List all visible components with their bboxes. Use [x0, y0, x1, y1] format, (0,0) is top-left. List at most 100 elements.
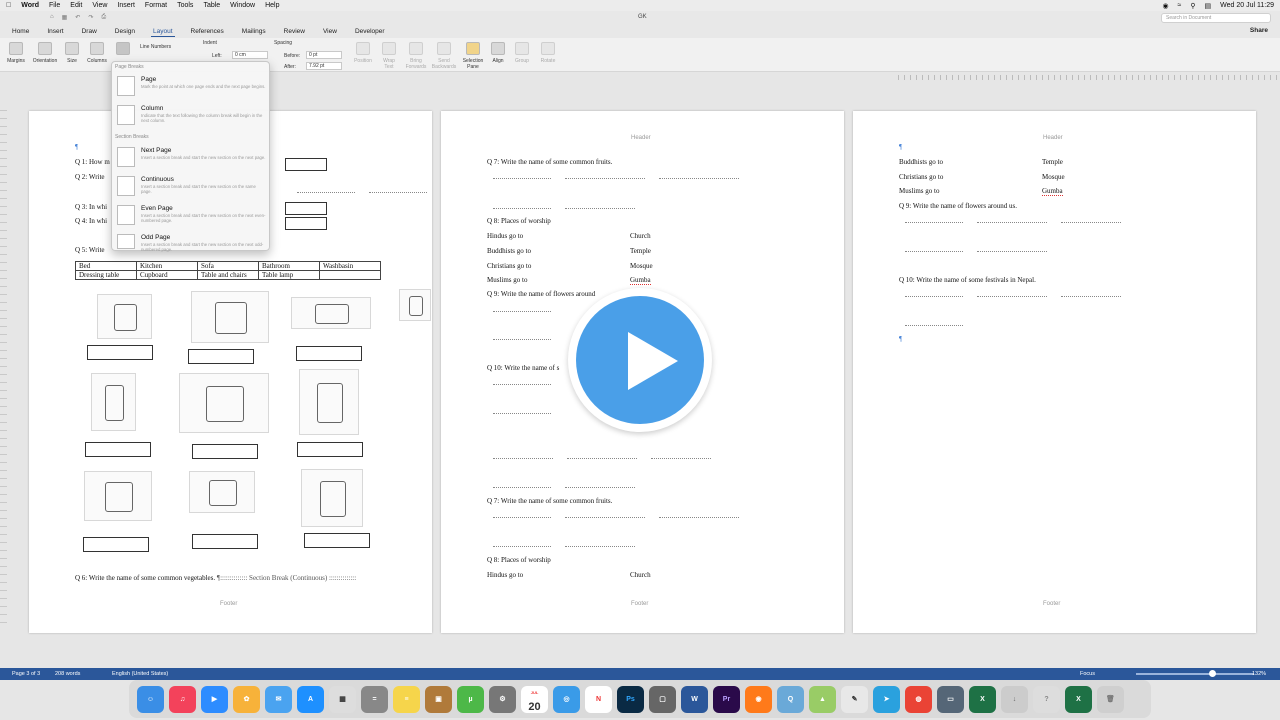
bed-image[interactable]	[291, 297, 371, 329]
calendar-icon[interactable]: JUL 20	[521, 685, 548, 713]
menu-format[interactable]: Format	[145, 2, 167, 9]
spacing-before-field[interactable]: 0 pt	[306, 51, 342, 59]
answer-box[interactable]	[192, 444, 258, 459]
menu-view[interactable]: View	[92, 2, 107, 9]
record-icon[interactable]: ◉	[1162, 2, 1168, 10]
table-cell[interactable]: Table and chairs	[197, 270, 259, 280]
bring-forwards-button[interactable]: Bring Forwards	[402, 38, 430, 70]
answer-box[interactable]	[296, 346, 362, 361]
photos-icon[interactable]: ✿	[233, 685, 260, 713]
answer-box[interactable]	[192, 534, 258, 549]
group-button[interactable]: Group	[512, 38, 532, 64]
break-option-next-page[interactable]: Next Page Insert a section break and sta…	[115, 145, 267, 172]
print-icon[interactable]: ⎙	[101, 14, 106, 21]
break-option-odd-page[interactable]: Odd Page Insert a section break and star…	[115, 232, 267, 252]
break-option-continuous[interactable]: Continuous Insert a section break and st…	[115, 174, 267, 201]
control-center-icon[interactable]: ▤	[1205, 2, 1212, 10]
page-count[interactable]: Page 3 of 3	[12, 671, 40, 677]
table-cell[interactable]: Table lamp	[258, 270, 320, 280]
undo-icon[interactable]: ↶	[75, 14, 80, 21]
focus-button[interactable]: Focus	[1080, 671, 1095, 677]
utorrent-icon[interactable]: µ	[457, 685, 484, 713]
breaks-button[interactable]	[113, 38, 133, 58]
send-backwards-button[interactable]: Send Backwards	[430, 38, 458, 70]
break-option-even-page[interactable]: Even Page Insert a section break and sta…	[115, 203, 267, 230]
washbasin-image[interactable]	[97, 294, 152, 339]
chrome-icon[interactable]: ◍	[905, 685, 932, 713]
tab-review[interactable]: Review	[282, 27, 307, 36]
menu-insert[interactable]: Insert	[117, 2, 135, 9]
selection-pane-button[interactable]: Selection Pane	[460, 38, 486, 70]
android-icon[interactable]: ▲	[809, 685, 836, 713]
answer-box[interactable]	[83, 537, 149, 552]
search-document-input[interactable]: Search in Document	[1161, 13, 1271, 23]
firefox-icon[interactable]: ◉	[745, 685, 772, 713]
home-icon[interactable]: ⌂	[50, 14, 54, 21]
menu-app-word[interactable]: Word	[21, 2, 39, 9]
word-count[interactable]: 208 words	[55, 671, 80, 677]
table-cell[interactable]: Sofa	[197, 261, 259, 271]
menu-edit[interactable]: Edit	[70, 2, 82, 9]
position-button[interactable]: Position	[352, 38, 374, 64]
break-option-column[interactable]: Column Indicate that the text following …	[115, 103, 267, 130]
safari-icon[interactable]: ◎	[553, 685, 580, 713]
table-cell[interactable]: Washbasin	[319, 261, 381, 271]
orientation-button[interactable]: Orientation	[30, 38, 60, 64]
answer-box[interactable]	[285, 158, 327, 171]
vertical-ruler[interactable]	[0, 110, 7, 630]
answer-box[interactable]	[285, 202, 327, 215]
line-numbers-button[interactable]: Line Numbers	[140, 44, 171, 50]
indent-left-field[interactable]: 0 cm	[232, 51, 268, 59]
photoshop-icon[interactable]: Ps	[617, 685, 644, 713]
columns-button[interactable]: Columns	[84, 38, 110, 64]
zoom-app-icon[interactable]: ▶	[201, 685, 228, 713]
tab-home[interactable]: Home	[10, 27, 31, 36]
answer-box[interactable]	[285, 217, 327, 230]
wrap-text-button[interactable]: Wrap Text	[378, 38, 400, 70]
tab-references[interactable]: References	[189, 27, 226, 36]
answer-box[interactable]	[87, 345, 153, 360]
preview-icon[interactable]: ▢	[649, 685, 676, 713]
excel-doc-icon[interactable]: X	[1065, 685, 1092, 713]
downloads-icon[interactable]: ↓	[1001, 685, 1028, 713]
answer-box[interactable]	[297, 442, 363, 457]
margins-button[interactable]: Margins	[4, 38, 28, 64]
telegram-icon[interactable]: ➤	[873, 685, 900, 713]
launchpad-icon[interactable]: ▦	[329, 685, 356, 713]
tab-developer[interactable]: Developer	[353, 27, 387, 36]
music-icon[interactable]: ♫	[169, 685, 196, 713]
screen-recorder-icon[interactable]: ▭	[937, 685, 964, 713]
menu-help[interactable]: Help	[265, 2, 279, 9]
dressing-table-image[interactable]	[301, 469, 363, 527]
answer-box[interactable]	[304, 533, 370, 548]
cupboard-image[interactable]	[91, 373, 136, 431]
tab-design[interactable]: Design	[113, 27, 137, 36]
tab-view[interactable]: View	[321, 27, 339, 36]
trash-icon[interactable]: 🗑	[1097, 685, 1124, 713]
table-cell[interactable]: Kitchen	[136, 261, 198, 271]
document-page-3[interactable]: Header ¶ Buddhists go to Temple Christia…	[853, 111, 1256, 633]
share-button[interactable]: Share	[1250, 27, 1268, 34]
calculator-icon[interactable]: =	[361, 685, 388, 713]
align-button[interactable]: Align	[490, 38, 506, 64]
apple-icon[interactable]: 	[6, 2, 11, 9]
tab-insert[interactable]: Insert	[45, 27, 65, 36]
textedit-icon[interactable]: ✎	[841, 685, 868, 713]
chair-image[interactable]	[399, 289, 431, 321]
table-cell[interactable]: Bathroom	[258, 261, 320, 271]
language-indicator[interactable]: English (United States)	[112, 671, 168, 677]
spacing-after-field[interactable]: 7.92 pt	[306, 62, 342, 70]
table-lamp-image[interactable]	[299, 369, 359, 435]
search-icon[interactable]: ⚲	[1190, 2, 1195, 10]
tab-draw[interactable]: Draw	[80, 27, 99, 36]
quicktime-icon[interactable]: Q	[777, 685, 804, 713]
excel-icon[interactable]: X	[969, 685, 996, 713]
app-store-icon[interactable]: A	[297, 685, 324, 713]
word-icon[interactable]: W	[681, 685, 708, 713]
tab-mailings[interactable]: Mailings	[240, 27, 268, 36]
archive-icon[interactable]: ▣	[425, 685, 452, 713]
table-cell[interactable]: Bed	[75, 261, 137, 271]
table-cell[interactable]: Cupboard	[136, 270, 198, 280]
premiere-icon[interactable]: Pr	[713, 685, 740, 713]
rotate-button[interactable]: Rotate	[538, 38, 558, 64]
